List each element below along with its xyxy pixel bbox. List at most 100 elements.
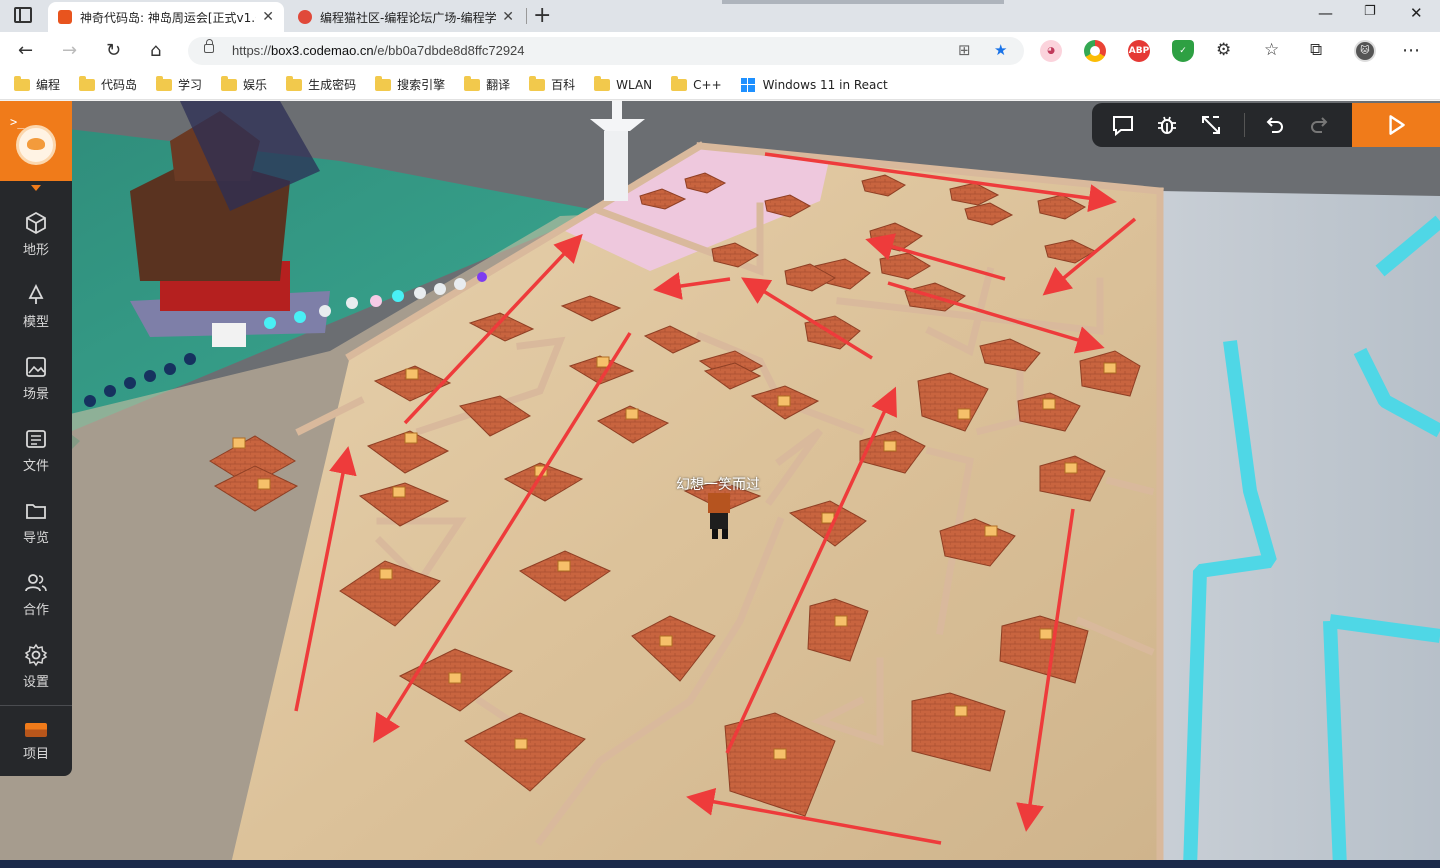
shield-extension-icon[interactable]: ✓ bbox=[1172, 40, 1194, 62]
game-viewport[interactable]: 幻想一笑而过 bbox=[0, 101, 1440, 868]
home-icon[interactable]: ⌂ bbox=[150, 40, 161, 61]
folder-icon bbox=[594, 75, 611, 91]
player-nametag: 幻想一笑而过 bbox=[676, 477, 760, 493]
app-available-icon[interactable]: ⊞ bbox=[958, 41, 971, 59]
favorites-icon[interactable]: ☆ bbox=[1264, 40, 1279, 60]
sidebar-item-collab[interactable]: 合作 bbox=[0, 561, 72, 627]
restore-icon[interactable]: ❐ bbox=[1364, 4, 1376, 19]
lantern bbox=[954, 705, 968, 717]
image-icon bbox=[26, 356, 46, 377]
editor-sidebar: >_ 地形 模型 场景 文件 导览 合作 设置 项目 bbox=[0, 101, 72, 776]
sidebar-label: 文件 bbox=[22, 458, 49, 474]
tab-actions-icon[interactable] bbox=[14, 7, 32, 23]
undo-icon[interactable] bbox=[1262, 112, 1288, 138]
sidebar-label: 合作 bbox=[22, 602, 49, 618]
sidebar-item-project[interactable]: 项目 bbox=[0, 709, 72, 775]
folder-icon bbox=[464, 75, 481, 91]
lantern bbox=[514, 738, 528, 750]
sidebar-label: 地形 bbox=[22, 242, 49, 258]
lantern bbox=[1103, 362, 1117, 374]
cyan-wall bbox=[1323, 620, 1347, 868]
back-icon[interactable]: ← bbox=[18, 40, 33, 61]
bookmark-folder[interactable]: 娱乐 bbox=[221, 75, 268, 93]
lantern bbox=[625, 408, 639, 420]
close-window-icon[interactable]: ✕ bbox=[1410, 4, 1423, 22]
sidebar-item-model[interactable]: 模型 bbox=[0, 273, 72, 339]
bookmark-label: 娱乐 bbox=[243, 78, 268, 92]
extensions-puzzle-icon[interactable]: ⚙ bbox=[1216, 40, 1231, 60]
folder-icon bbox=[529, 75, 546, 91]
codemao-island-logo[interactable]: >_ bbox=[0, 101, 72, 181]
sidebar-item-file[interactable]: 文件 bbox=[0, 417, 72, 483]
cat-extension-icon[interactable]: ◕ bbox=[1040, 40, 1062, 62]
tab-codemao-community[interactable]: 编程猫社区-编程论坛广场-编程学 ✕ bbox=[288, 2, 524, 32]
sidebar-item-navigation[interactable]: 导览 bbox=[0, 489, 72, 555]
bookmark-folder[interactable]: 学习 bbox=[156, 75, 202, 93]
bookmark-folder[interactable]: 代码岛 bbox=[79, 75, 137, 93]
bookmark-folder[interactable]: C++ bbox=[671, 75, 722, 92]
forward-icon[interactable]: → bbox=[62, 40, 77, 61]
lantern bbox=[392, 486, 406, 498]
chat-icon[interactable] bbox=[1110, 112, 1136, 138]
folder-icon bbox=[286, 75, 303, 91]
sidebar-item-scene[interactable]: 场景 bbox=[0, 345, 72, 411]
bookmark-folder[interactable]: 生成密码 bbox=[286, 75, 357, 93]
sidebar-label: 设置 bbox=[22, 674, 49, 690]
bookmark-label: Windows 11 in React bbox=[762, 77, 888, 92]
lantern bbox=[232, 437, 246, 449]
address-bar: ← → ↻ ⌂ https://box3.codemao.cn/e/bb0a7d… bbox=[0, 32, 1440, 70]
bookmark-label: 翻译 bbox=[486, 78, 511, 92]
redo-icon[interactable] bbox=[1306, 112, 1332, 138]
lantern bbox=[883, 440, 897, 452]
bookmark-folder[interactable]: 百科 bbox=[529, 75, 576, 93]
bookmark-label: 编程 bbox=[36, 78, 61, 92]
more-menu-icon[interactable]: ⋯ bbox=[1402, 40, 1420, 61]
tree-icon bbox=[28, 283, 44, 304]
url-scheme: https:// bbox=[232, 43, 272, 58]
minimize-icon[interactable]: — bbox=[1318, 4, 1333, 22]
folder-icon bbox=[26, 503, 46, 519]
close-tab-icon[interactable]: ✕ bbox=[502, 9, 514, 25]
tab-title: 神奇代码岛: 神岛周运会[正式v1.0 bbox=[80, 10, 257, 25]
lantern bbox=[596, 356, 610, 368]
file-icon bbox=[26, 429, 46, 448]
chevron-down-icon[interactable] bbox=[31, 185, 41, 191]
profile-avatar[interactable]: 🐱 bbox=[1354, 40, 1376, 62]
sidebar-label: 场景 bbox=[22, 386, 49, 402]
debug-bug-icon[interactable] bbox=[1154, 112, 1180, 138]
tab-title: 编程猫社区-编程论坛广场-编程学 bbox=[320, 10, 497, 25]
lantern bbox=[659, 635, 673, 647]
tab-codemao-island[interactable]: 神奇代码岛: 神岛周运会[正式v1.0 ✕ bbox=[48, 2, 284, 32]
bookmark-folder[interactable]: 搜索引擎 bbox=[375, 75, 445, 93]
sidebar-divider bbox=[0, 705, 72, 706]
lock-icon[interactable] bbox=[204, 39, 214, 53]
close-tab-icon[interactable]: ✕ bbox=[262, 9, 274, 25]
play-button[interactable] bbox=[1352, 103, 1440, 147]
project-thumbnail-icon bbox=[25, 722, 47, 737]
bookmark-label: 百科 bbox=[551, 78, 576, 92]
adblock-icon[interactable]: ABP bbox=[1128, 40, 1150, 62]
lantern bbox=[984, 525, 998, 537]
sidebar-item-terrain[interactable]: 地形 bbox=[0, 201, 72, 267]
lantern bbox=[834, 615, 848, 627]
lantern bbox=[379, 568, 393, 580]
bookmark-folder[interactable]: 翻译 bbox=[464, 75, 511, 93]
chrome-logo-icon[interactable] bbox=[1084, 40, 1106, 62]
bookmark-windows11-react[interactable]: Windows 11 in React bbox=[740, 77, 888, 92]
bookmark-folder[interactable]: 编程 bbox=[14, 75, 61, 93]
cube-icon bbox=[26, 211, 46, 234]
boat bbox=[212, 323, 246, 347]
bookmark-label: C++ bbox=[693, 77, 722, 92]
bookmark-folder[interactable]: WLAN bbox=[594, 75, 652, 92]
sidebar-item-settings[interactable]: 设置 bbox=[0, 633, 72, 699]
bookmark-label: 生成密码 bbox=[308, 78, 357, 92]
collections-icon[interactable]: ⧉ bbox=[1310, 40, 1322, 60]
url-field[interactable]: https://box3.codemao.cn/e/bb0a7dbde8d8ff… bbox=[188, 37, 1024, 65]
plus-icon[interactable]: + bbox=[533, 2, 551, 30]
fullscreen-icon[interactable] bbox=[1198, 112, 1224, 138]
reload-icon[interactable]: ↻ bbox=[106, 40, 121, 61]
folder-icon bbox=[375, 75, 392, 91]
folder-icon bbox=[671, 75, 688, 91]
favorite-star-icon[interactable]: ★ bbox=[994, 41, 1007, 59]
os-taskbar bbox=[0, 860, 1440, 868]
